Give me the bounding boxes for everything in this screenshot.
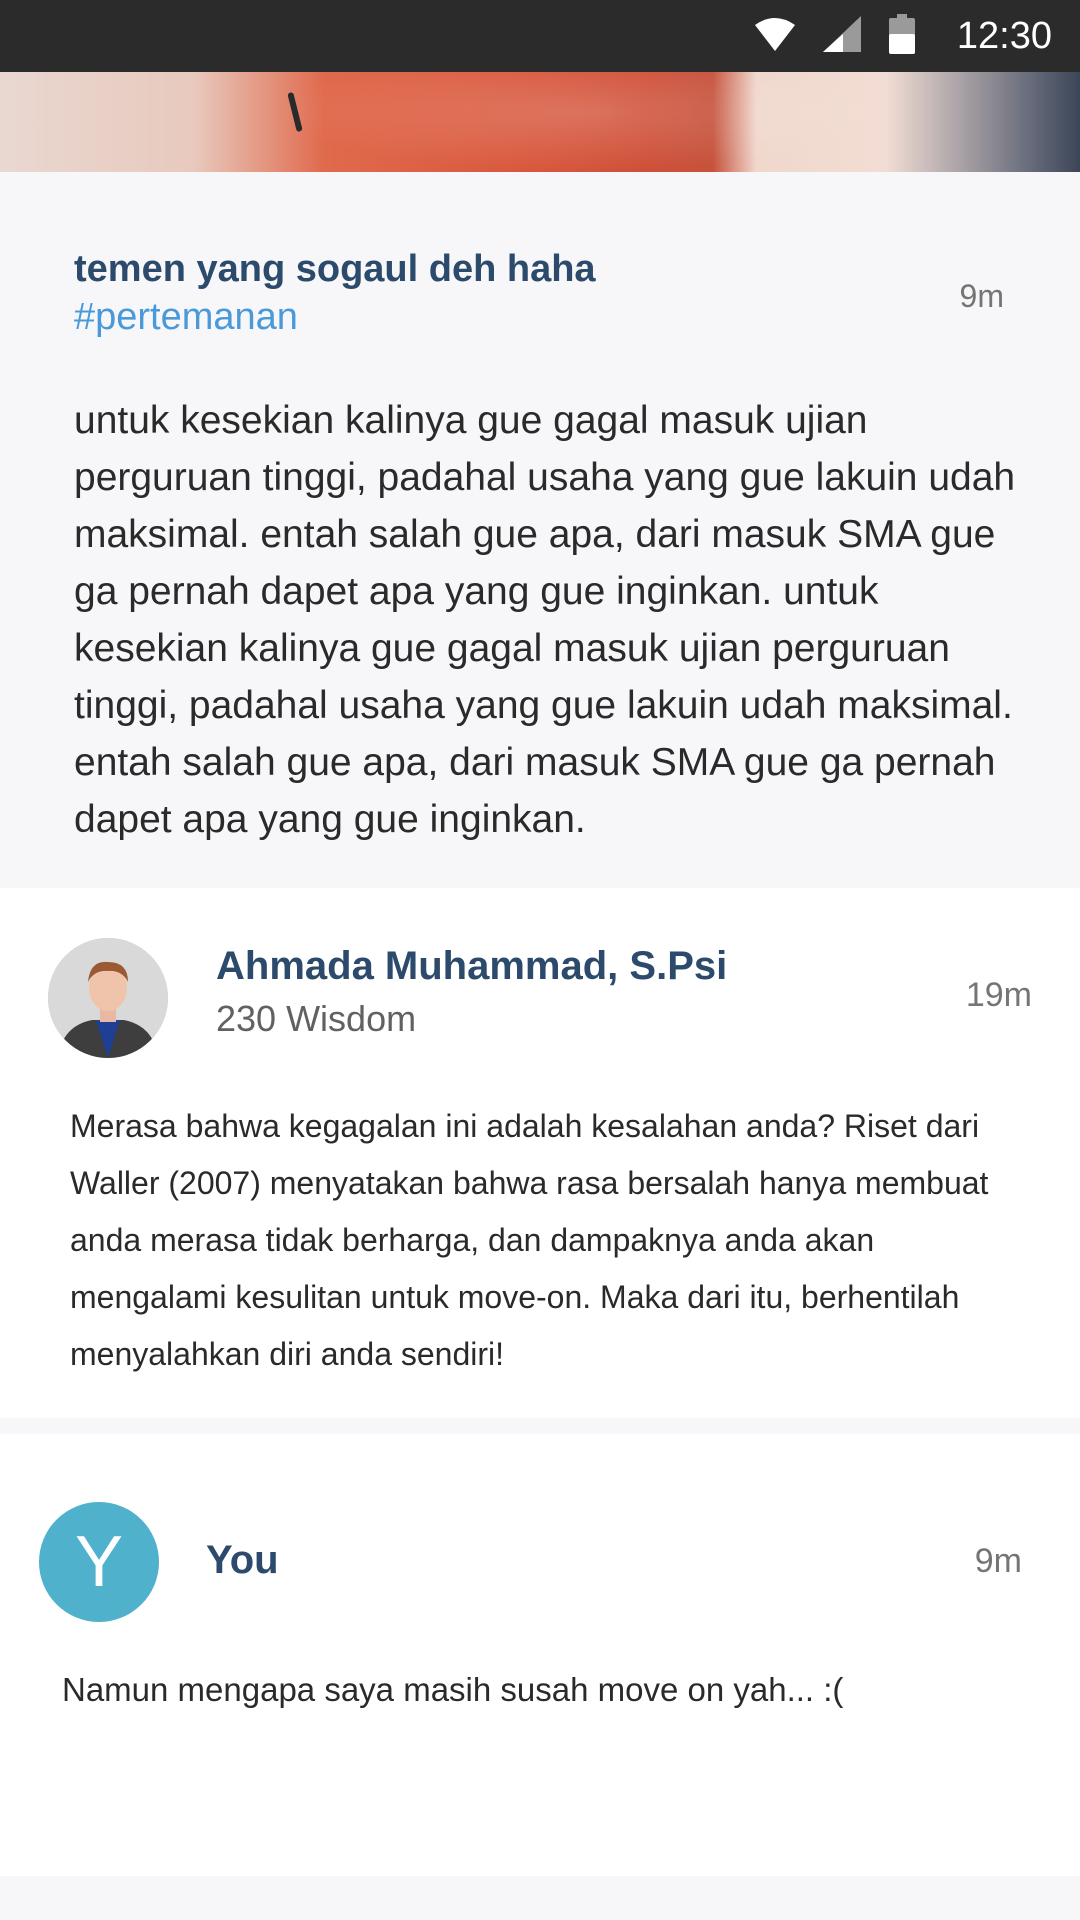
avatar[interactable] (48, 938, 168, 1058)
reply-body: Namun mengapa saya masih susah move on y… (62, 1671, 844, 1708)
post-cover-image (0, 72, 1080, 172)
reply-author-name[interactable]: You (206, 1538, 279, 1583)
wisdom-count: 230 Wisdom (216, 998, 417, 1039)
post-card: temen yang sogaul deh haha #pertemanan 9… (0, 172, 1080, 888)
post-time: 9m (959, 278, 1004, 314)
reply-time: 9m (974, 1542, 1022, 1580)
bottom-divider (0, 1876, 1080, 1920)
battery-icon (888, 13, 915, 59)
reply-card: Y You 9m Namun mengapa saya masih susah … (0, 1418, 1080, 1876)
reply-body: Merasa bahwa kegagalan ini adalah kesala… (70, 1108, 989, 1372)
cover-shade (0, 72, 1080, 172)
status-time: 12:30 (956, 14, 1052, 57)
post-hashtag[interactable]: #pertemanan (74, 296, 298, 339)
cell-signal-icon (822, 15, 861, 57)
status-bar: 12:30 (0, 0, 1080, 72)
wifi-icon (754, 17, 795, 56)
post-body: untuk kesekian kalinya gue gagal masuk u… (74, 399, 1016, 841)
status-icons: 12:30 (754, 0, 1052, 72)
reply-author-name[interactable]: Ahmada Muhammad, S.Psi (216, 944, 727, 989)
avatar[interactable]: Y (39, 1502, 159, 1622)
reply-time: 19m (965, 976, 1032, 1014)
post-title: temen yang sogaul deh haha (74, 248, 596, 290)
reply-card: Ahmada Muhammad, S.Psi 230 Wisdom 19m Me… (0, 888, 1080, 1418)
